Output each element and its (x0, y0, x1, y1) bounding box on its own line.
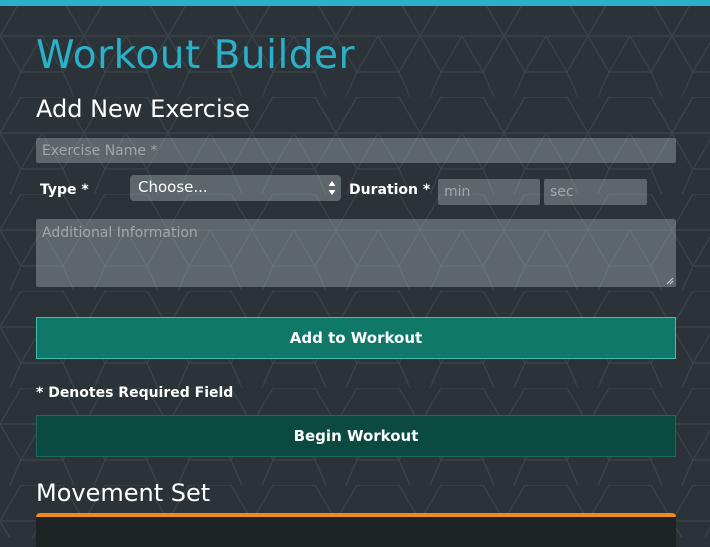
movement-set-heading: Movement Set (36, 479, 211, 507)
required-field-note: * Denotes Required Field (36, 385, 234, 401)
type-select[interactable]: Choose... (130, 175, 341, 201)
movement-set-panel (36, 513, 676, 547)
add-exercise-heading: Add New Exercise (36, 95, 250, 123)
duration-label: Duration * (349, 182, 431, 198)
type-label: Type * (40, 182, 89, 198)
begin-workout-button[interactable]: Begin Workout (36, 415, 676, 457)
up-down-arrows-icon (328, 181, 336, 195)
app-title: Workout Builder (36, 33, 356, 78)
duration-sec-input[interactable] (544, 179, 647, 205)
exercise-name-input[interactable] (36, 138, 676, 163)
top-accent-bar (0, 0, 710, 6)
additional-info-textarea[interactable] (36, 219, 676, 287)
add-to-workout-button[interactable]: Add to Workout (36, 317, 676, 359)
duration-min-input[interactable] (438, 179, 540, 205)
type-select-value: Choose... (138, 178, 208, 196)
workout-builder-page: Workout Builder Add New Exercise Type * … (0, 0, 710, 547)
resize-grip-icon[interactable] (666, 277, 674, 285)
